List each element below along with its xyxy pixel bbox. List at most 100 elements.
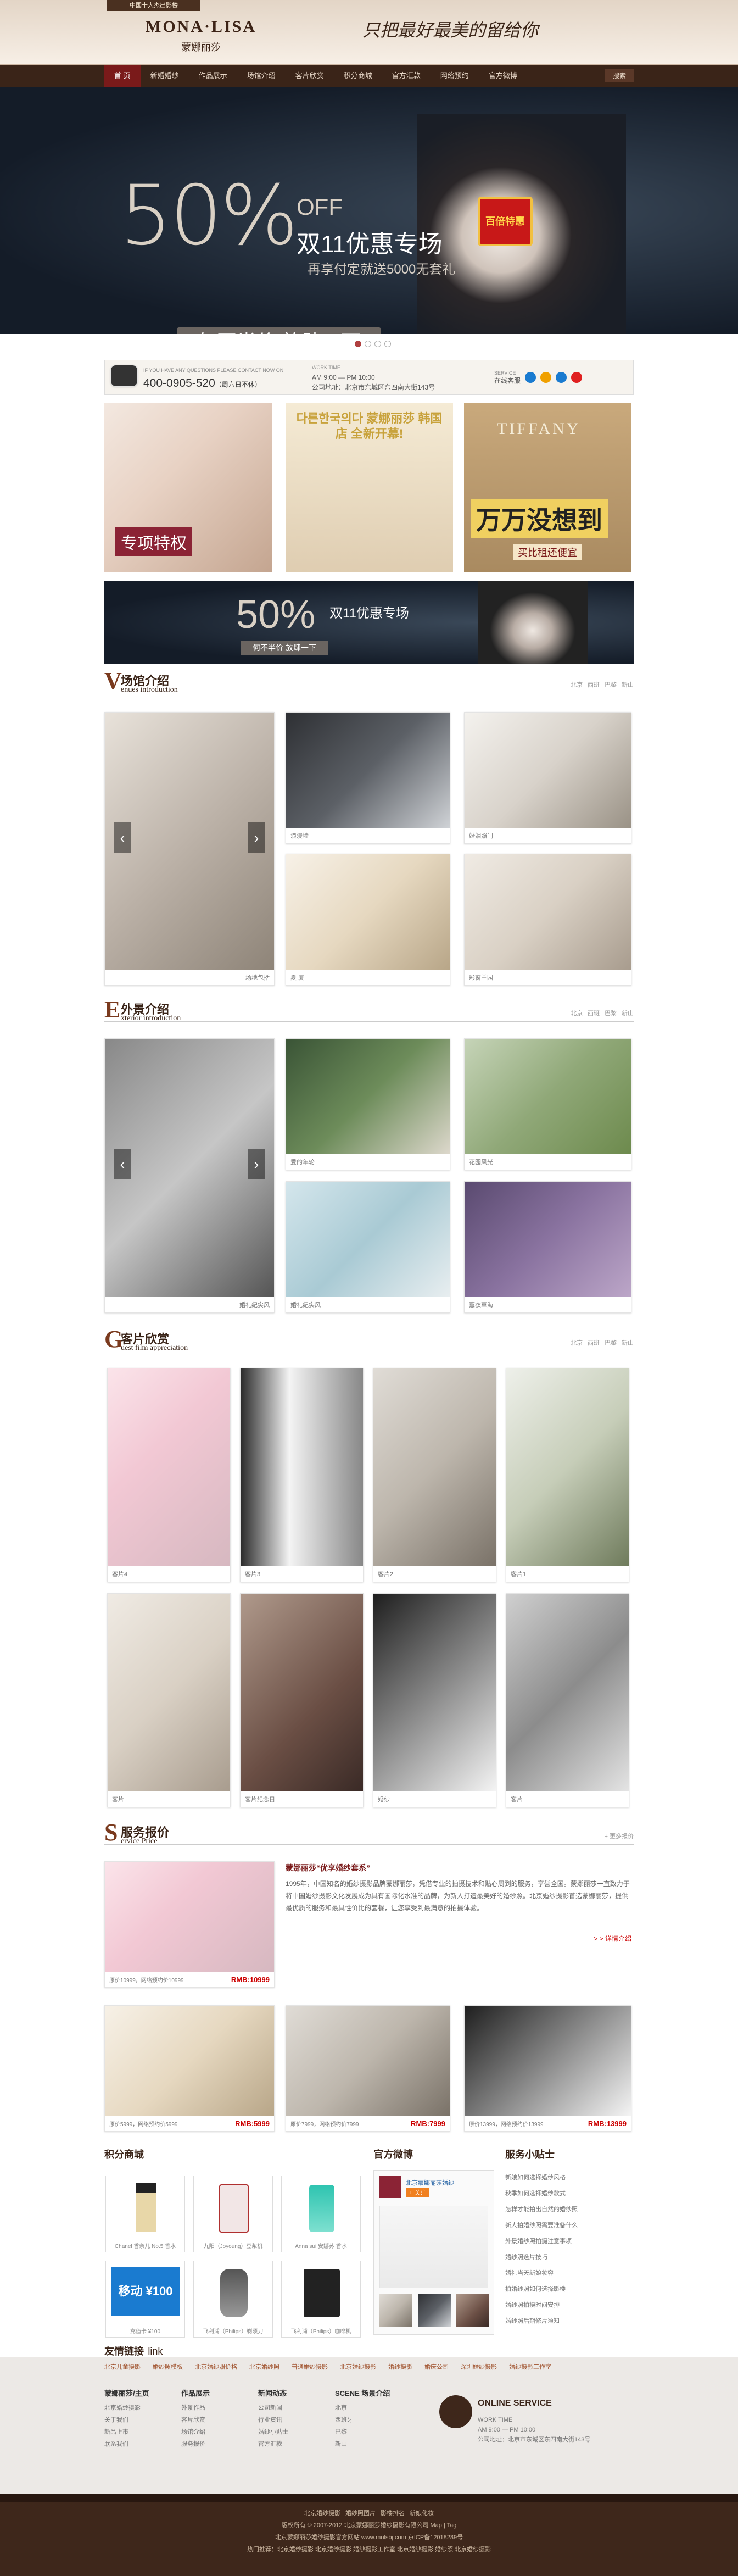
product-card[interactable]: 飞利浦（Philips）咖啡机	[281, 2261, 361, 2338]
nav-item-bridal[interactable]: 新婚婚纱	[141, 65, 189, 87]
weibo-name[interactable]: 北京蒙娜丽莎婚纱	[406, 2178, 454, 2187]
exterior-card[interactable]: 薰衣草海	[464, 1181, 631, 1313]
exterior-card[interactable]: 婚礼纪实风	[286, 1181, 450, 1313]
footer-link[interactable]: 行业资讯	[258, 2414, 288, 2426]
list-item[interactable]: 怎样才能拍出自然的婚纱照	[505, 2202, 633, 2218]
service-card[interactable]: 原价7999，网络预约价7999 RMB:7999	[286, 2005, 450, 2132]
footer-link[interactable]: 关于我们	[104, 2414, 149, 2426]
next-arrow-icon[interactable]: ›	[248, 822, 265, 853]
follow-button[interactable]: + 关注	[406, 2188, 430, 2197]
weibo-thumb[interactable]	[456, 2294, 489, 2327]
nav-item-home[interactable]: 首 页	[104, 65, 141, 87]
friend-link[interactable]: 北京儿童摄影	[104, 2362, 141, 2371]
carousel-dot[interactable]	[384, 341, 391, 347]
more-link[interactable]: + 更多报价	[605, 1832, 634, 1840]
list-item[interactable]: 外景婚纱照拍摄注意事项	[505, 2234, 633, 2250]
guest-card[interactable]: 客片4	[107, 1368, 231, 1582]
friend-link[interactable]: 北京婚纱摄影	[340, 2362, 376, 2371]
guest-card[interactable]: 客片1	[506, 1368, 629, 1582]
guest-card[interactable]: 客片	[107, 1593, 231, 1807]
venue-card[interactable]: 浪漫墙	[286, 712, 450, 844]
carousel-dot[interactable]	[365, 341, 371, 347]
qq-icon[interactable]	[540, 372, 552, 383]
list-item[interactable]: 新人拍婚纱照需要准备什么	[505, 2218, 633, 2234]
product-card[interactable]: 九阳（Joyoung）豆浆机	[193, 2176, 273, 2252]
nav-item-works[interactable]: 作品展示	[189, 65, 237, 87]
logo[interactable]: MONA·LISA	[146, 18, 256, 36]
exterior-card[interactable]: 爱的年轮	[286, 1038, 450, 1170]
nav-item-booking[interactable]: 网络预约	[431, 65, 479, 87]
qq-icon[interactable]	[556, 372, 567, 383]
weibo-widget[interactable]: 北京蒙娜丽莎婚纱 + 关注	[373, 2170, 494, 2335]
list-item[interactable]: 婚纱照后期修片须知	[505, 2313, 633, 2329]
nav-item-remit[interactable]: 官方汇款	[382, 65, 431, 87]
friend-link[interactable]: 北京婚纱照价格	[195, 2362, 237, 2371]
footer-col-title[interactable]: SCENE 场景介绍	[335, 2388, 390, 2400]
footer-link[interactable]: 西班牙	[335, 2414, 390, 2426]
exterior-main[interactable]: 婚礼纪实风 ‹ ›	[104, 1038, 275, 1313]
list-item[interactable]: 婚纱照拍摄时间安排	[505, 2297, 633, 2313]
banner-button[interactable]: 何不半价 放肆一下	[177, 327, 381, 334]
carousel-dot[interactable]	[355, 341, 361, 347]
footer-col-title[interactable]: 蒙娜丽莎/主页	[104, 2388, 149, 2400]
nav-item-shop[interactable]: 积分商城	[334, 65, 382, 87]
footer-link[interactable]: 官方汇款	[258, 2438, 288, 2450]
prev-arrow-icon[interactable]: ‹	[114, 822, 131, 853]
next-arrow-icon[interactable]: ›	[248, 1149, 265, 1179]
friend-link[interactable]: 北京婚纱照	[249, 2362, 279, 2371]
prev-arrow-icon[interactable]: ‹	[114, 1149, 131, 1179]
list-item[interactable]: 婚纱照选片技巧	[505, 2250, 633, 2266]
product-card[interactable]: Chanel 香奈儿 No.5 香水	[105, 2176, 185, 2252]
promo-strip[interactable]: 50% 双11优惠专场 何不半价 放肆一下	[104, 581, 634, 664]
hot-links[interactable]: 热门推荐：北京婚纱摄影 北京婚纱摄影 婚纱摄影工作室 北京婚纱摄影 婚纱照 北京…	[0, 2544, 738, 2556]
service-card[interactable]: 原价5999，网络预约价5999 RMB:5999	[104, 2005, 275, 2132]
footer-link[interactable]: 联系我们	[104, 2438, 149, 2450]
section-links[interactable]: 北京 | 西班 | 巴黎 | 新山	[571, 680, 634, 689]
footer-link[interactable]: 客片欣赏	[181, 2414, 210, 2426]
footer-link[interactable]: 场馆介绍	[181, 2426, 210, 2438]
weibo-thumb[interactable]	[418, 2294, 451, 2327]
section-links[interactable]: 北京 | 西班 | 巴黎 | 新山	[571, 1338, 634, 1347]
qq-icon[interactable]	[571, 372, 583, 383]
exterior-card[interactable]: 花园风光	[464, 1038, 631, 1170]
promo-tiffany[interactable]: TIFFANY 万万没想到 买比租还便宜	[464, 403, 631, 572]
footer-col-title[interactable]: 新闻动态	[258, 2388, 288, 2400]
nav-item-venues[interactable]: 场馆介绍	[237, 65, 286, 87]
online-service-icon[interactable]	[439, 2395, 472, 2428]
guest-card[interactable]: 客片3	[240, 1368, 364, 1582]
nav-item-guest[interactable]: 客片欣赏	[286, 65, 334, 87]
search-button[interactable]: 搜索	[605, 69, 634, 82]
strip-button[interactable]: 何不半价 放肆一下	[241, 641, 328, 655]
section-links[interactable]: 北京 | 西班 | 巴黎 | 新山	[571, 1009, 634, 1017]
footer-link[interactable]: 巴黎	[335, 2426, 390, 2438]
venue-main[interactable]: 场地包括 ‹ ›	[104, 712, 275, 986]
venue-card[interactable]: 夏 厦	[286, 854, 450, 986]
service-card[interactable]: 原价13999，网络预约价13999 RMB:13999	[464, 2005, 631, 2132]
footer-link[interactable]: 外景作品	[181, 2402, 210, 2414]
guest-card[interactable]: 客片	[506, 1593, 629, 1807]
list-item[interactable]: 拍婚纱照如何选择影楼	[505, 2282, 633, 2297]
bottom-links[interactable]: 北京婚纱摄影 | 婚纱照图片 | 影楼排名 | 新娘化妆	[0, 2507, 738, 2519]
list-item[interactable]: 婚礼当天新娘妆容	[505, 2266, 633, 2282]
footer-link[interactable]: 公司新闻	[258, 2402, 288, 2414]
nav-item-weibo[interactable]: 官方微博	[479, 65, 527, 87]
guest-card[interactable]: 客片纪念日	[240, 1593, 364, 1807]
venue-card[interactable]: 彩窗兰园	[464, 854, 631, 986]
footer-col-title[interactable]: 作品展示	[181, 2388, 210, 2400]
qq-icon[interactable]	[525, 372, 536, 383]
friend-link[interactable]: 普通婚纱摄影	[292, 2362, 328, 2371]
promo-special[interactable]: 专项特权	[104, 403, 272, 572]
carousel-dot[interactable]	[374, 341, 381, 347]
footer-link[interactable]: 北京婚纱摄影	[104, 2402, 149, 2414]
service-main[interactable]: 原价10999，网络预约价10999 RMB:10999	[104, 1861, 275, 1988]
list-item[interactable]: 秋季如何选择婚纱款式	[505, 2186, 633, 2202]
venue-card[interactable]: 婚姻照门	[464, 712, 631, 844]
product-card[interactable]: 移动 ¥100 充值卡 ¥100	[105, 2261, 185, 2338]
friend-link[interactable]: 婚纱照模板	[153, 2362, 183, 2371]
footer-link[interactable]: 新山	[335, 2438, 390, 2450]
footer-link[interactable]: 北京	[335, 2402, 390, 2414]
friend-link[interactable]: 婚庆公司	[424, 2362, 449, 2371]
product-card[interactable]: 飞利浦（Philips）剃须刀	[193, 2261, 273, 2338]
promo-korea[interactable]: 다른한국의다 蒙娜丽莎 韩国店 全新开幕!	[286, 403, 453, 572]
detail-link[interactable]: > > 详情介绍	[286, 1934, 631, 1943]
